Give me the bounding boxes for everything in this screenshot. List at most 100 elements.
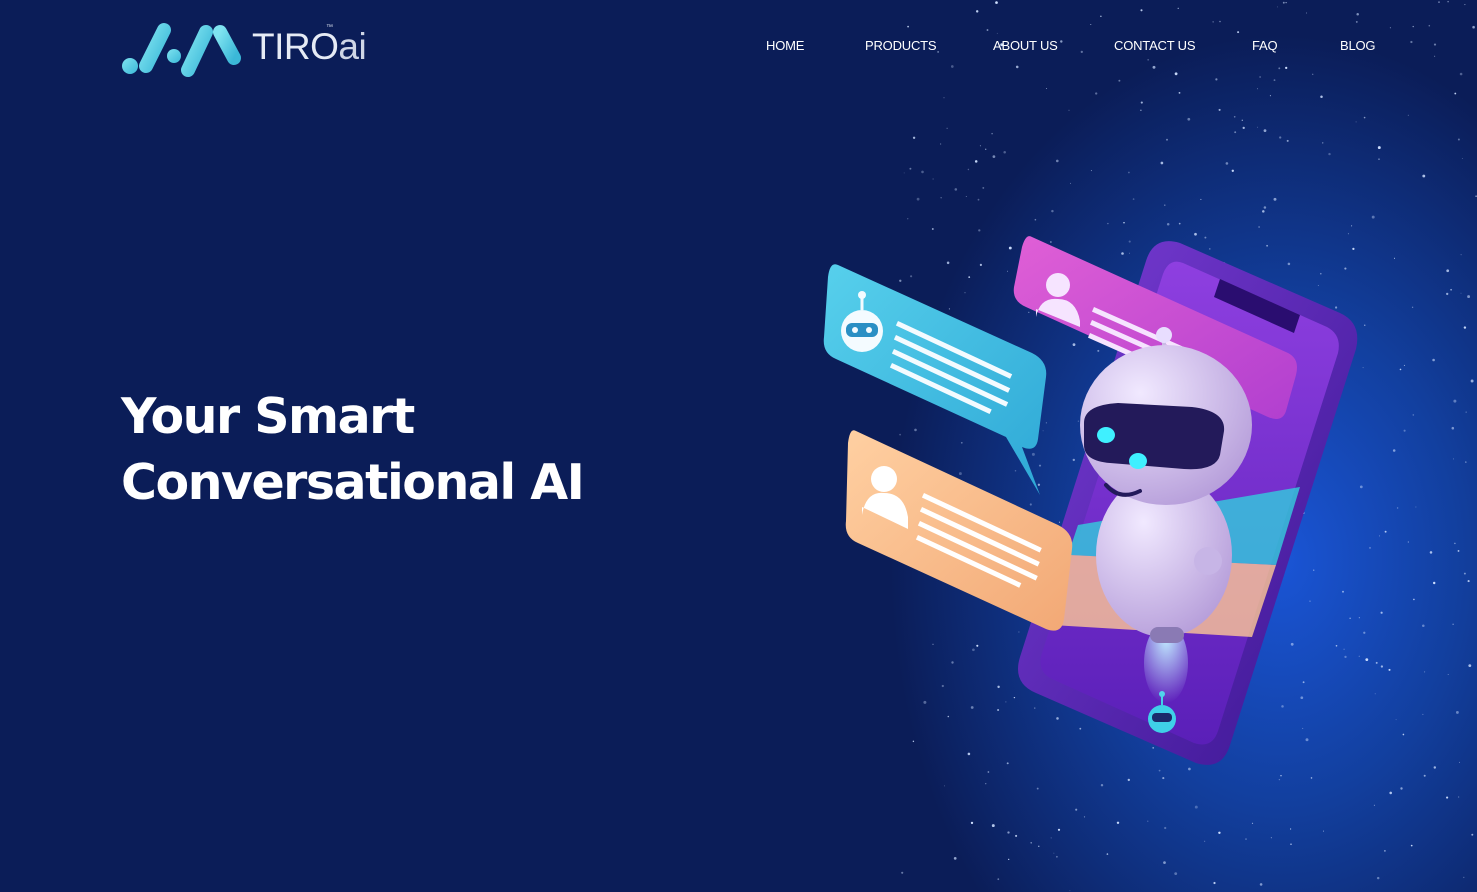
star xyxy=(1454,92,1457,95)
star xyxy=(1234,131,1237,134)
star xyxy=(1095,92,1098,95)
hero-title-line-1: Your Smart xyxy=(121,388,415,445)
star xyxy=(1452,623,1454,625)
star xyxy=(921,170,924,174)
star xyxy=(1090,170,1092,172)
nav-faq[interactable]: FAQ xyxy=(1252,38,1278,53)
star xyxy=(1457,138,1460,141)
star xyxy=(932,178,934,180)
star xyxy=(1204,840,1206,842)
star xyxy=(985,148,987,150)
star xyxy=(1446,269,1450,273)
star xyxy=(1090,24,1092,25)
star xyxy=(1459,72,1463,76)
star xyxy=(1118,79,1121,82)
star xyxy=(1050,837,1052,839)
star xyxy=(1411,306,1414,308)
star xyxy=(1177,7,1179,9)
star xyxy=(986,29,989,31)
star xyxy=(970,821,974,825)
star xyxy=(1178,91,1181,94)
star xyxy=(1423,774,1426,777)
nav-home[interactable]: HOME xyxy=(766,38,804,53)
star xyxy=(943,97,945,99)
star xyxy=(1069,890,1071,892)
star xyxy=(1355,121,1357,123)
star xyxy=(946,127,948,129)
star xyxy=(1459,761,1460,763)
star xyxy=(1212,21,1214,23)
star xyxy=(1410,844,1413,847)
star xyxy=(1464,4,1466,6)
star xyxy=(1450,288,1452,291)
star xyxy=(1046,87,1048,89)
star xyxy=(1241,119,1243,121)
star xyxy=(1233,115,1236,118)
star xyxy=(979,145,981,147)
trademark-mark: ™ xyxy=(326,24,333,31)
star xyxy=(1451,426,1455,430)
star xyxy=(1174,872,1178,876)
star xyxy=(1116,821,1120,825)
star xyxy=(1407,114,1409,116)
star xyxy=(1460,254,1462,256)
nav-products[interactable]: PRODUCTS xyxy=(865,38,937,53)
star xyxy=(1055,159,1059,163)
star xyxy=(1422,174,1426,178)
star xyxy=(1194,805,1198,809)
star xyxy=(992,155,996,158)
star xyxy=(1438,1,1440,3)
star xyxy=(1008,858,1010,861)
star xyxy=(1273,79,1276,82)
star xyxy=(1290,828,1292,830)
star xyxy=(1467,295,1471,299)
star xyxy=(1447,673,1449,676)
star xyxy=(965,195,967,198)
main-nav: HOME PRODUCTS ABOUT US CONTACT US FAQ BL… xyxy=(0,38,1477,58)
star xyxy=(1422,713,1424,715)
star xyxy=(907,25,909,28)
star xyxy=(1218,831,1221,835)
star xyxy=(1453,399,1457,403)
nav-contact-us[interactable]: CONTACT US xyxy=(1114,38,1196,53)
nav-about-us[interactable]: ABOUT US xyxy=(993,38,1058,53)
star xyxy=(1457,796,1460,798)
star xyxy=(1200,198,1202,200)
star xyxy=(1164,826,1167,830)
star xyxy=(1152,65,1156,69)
star xyxy=(1056,855,1058,858)
star xyxy=(1356,12,1359,16)
star xyxy=(1132,198,1135,200)
star xyxy=(1285,1,1287,4)
star xyxy=(1106,853,1109,855)
star xyxy=(1446,292,1449,296)
star xyxy=(977,198,980,201)
star xyxy=(1140,101,1143,104)
star xyxy=(954,188,958,191)
star xyxy=(997,878,1000,881)
star xyxy=(1412,414,1415,416)
star xyxy=(1259,76,1261,78)
star xyxy=(1225,162,1229,165)
star xyxy=(1460,292,1462,294)
star xyxy=(1424,671,1426,673)
nav-blog[interactable]: BLOG xyxy=(1340,38,1376,53)
star xyxy=(1187,117,1191,121)
star xyxy=(1147,59,1149,61)
star xyxy=(1322,142,1324,144)
star xyxy=(1432,358,1435,362)
star xyxy=(1277,6,1279,8)
star xyxy=(1123,221,1125,224)
star xyxy=(1075,808,1078,811)
star xyxy=(1377,146,1381,150)
star xyxy=(940,143,942,145)
star xyxy=(1245,838,1247,840)
star xyxy=(1219,20,1221,23)
star xyxy=(1376,876,1380,880)
star xyxy=(1468,664,1472,668)
star xyxy=(1463,876,1465,879)
star xyxy=(1471,833,1474,836)
star xyxy=(1051,209,1054,213)
star xyxy=(974,160,978,163)
star xyxy=(1218,108,1221,111)
